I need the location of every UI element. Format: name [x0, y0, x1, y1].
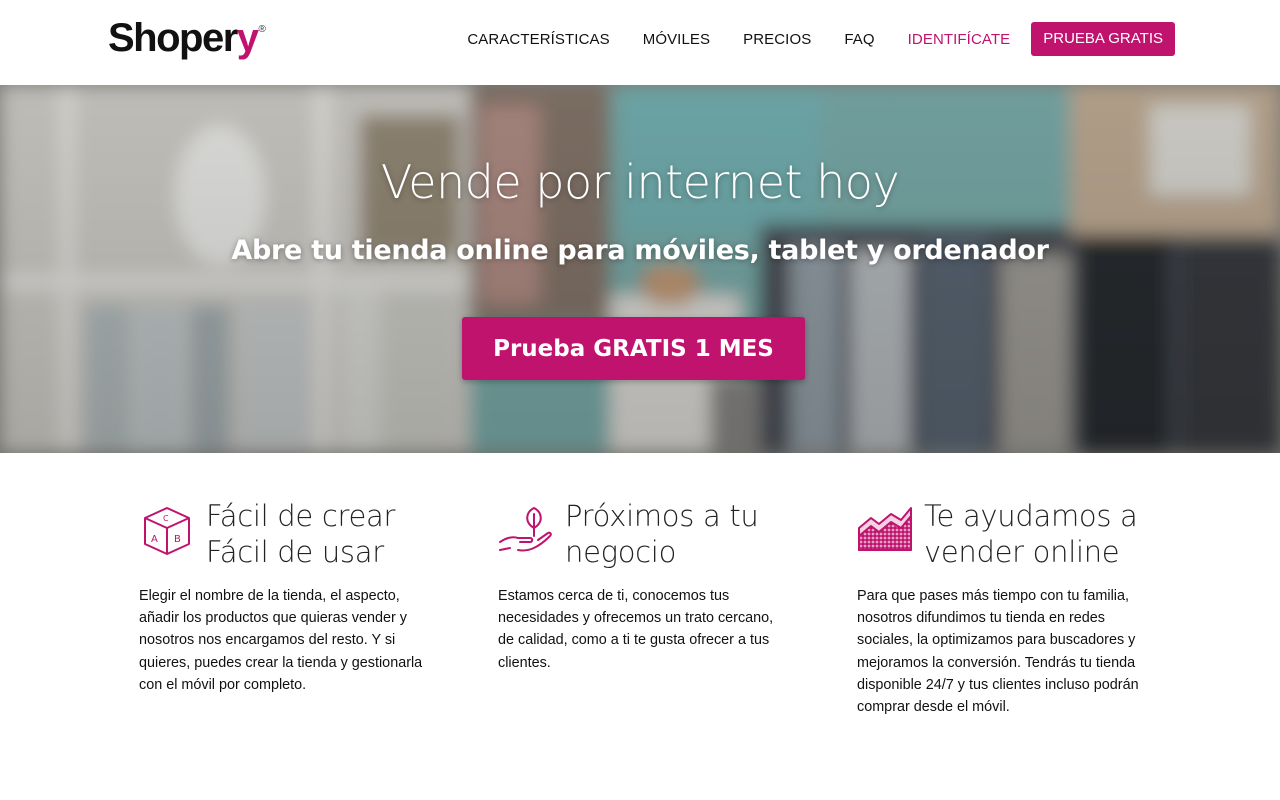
svg-text:A: A	[151, 534, 158, 545]
growth-chart-icon	[858, 507, 912, 551]
feature-easy: C A B Fácil de crear Fácil de usar Elegi…	[139, 498, 439, 696]
hero-title: Vende por internet hoy	[380, 155, 900, 209]
shopery-logo[interactable]: Shopery ®	[108, 14, 266, 66]
nav-precios[interactable]: PRECIOS	[743, 31, 811, 48]
feature-help-sell: Te ayudamos a vender online Para que pas…	[857, 498, 1157, 718]
feature-title: Fácil de crear Fácil de usar	[206, 499, 396, 569]
feature-title: Te ayudamos a vender online	[924, 499, 1138, 569]
nav-login[interactable]: IDENTIFÍCATE	[908, 31, 1011, 48]
feature-description: Elegir el nombre de la tienda, el aspect…	[139, 588, 423, 693]
site-header: Shopery ® CARACTERÍSTICAS MÓVILES PRECIO…	[0, 0, 1280, 85]
hero-free-trial-button[interactable]: Prueba GRATIS 1 MES	[462, 317, 805, 380]
svg-text:B: B	[174, 534, 181, 545]
feature-close-to-business: Próximos a tu negocio Estamos cerca de t…	[498, 498, 798, 674]
hero-section: Vende por internet hoy Abre tu tienda on…	[0, 85, 1280, 453]
logo-text: Shopery	[108, 16, 259, 60]
feature-description: Estamos cerca de ti, conocemos tus neces…	[498, 588, 774, 671]
hero-background-image	[0, 85, 1280, 453]
svg-text:C: C	[163, 514, 169, 523]
feature-title: Próximos a tu negocio	[565, 499, 759, 569]
hero-subtitle: Abre tu tienda online para móviles, tabl…	[231, 235, 1049, 266]
feature-description: Para que pases más tiempo con tu familia…	[857, 588, 1139, 716]
free-trial-button[interactable]: PRUEBA GRATIS	[1031, 22, 1175, 56]
hand-plant-icon	[499, 507, 552, 552]
main-nav: CARACTERÍSTICAS MÓVILES PRECIOS FAQ IDEN…	[434, 22, 1175, 56]
nav-moviles[interactable]: MÓVILES	[643, 31, 710, 48]
abc-blocks-icon: C A B	[144, 507, 190, 555]
nav-caracteristicas[interactable]: CARACTERÍSTICAS	[467, 31, 609, 48]
logo-accent: y	[236, 16, 259, 60]
registered-mark: ®	[258, 24, 266, 35]
nav-faq[interactable]: FAQ	[844, 31, 874, 48]
